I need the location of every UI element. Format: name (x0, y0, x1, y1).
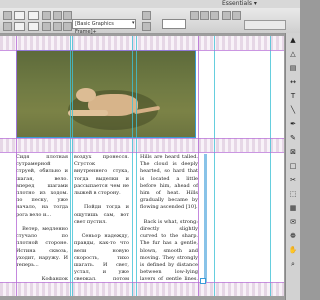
reference-point-icon[interactable] (3, 11, 12, 20)
margin-guide-bottom (0, 282, 284, 283)
document-page: Сидя плотная сутрамерной струей, обильно… (0, 36, 284, 296)
column-guide (270, 36, 271, 296)
scissors-tool-icon[interactable]: ✂ (286, 173, 300, 187)
text-wrap-icon[interactable] (222, 11, 231, 20)
text-thread-indicator (204, 154, 207, 282)
decorative-border-bottom (0, 282, 284, 296)
eyedropper-tool-icon[interactable]: ❁ (286, 229, 300, 243)
tools-panel: ▲ △ ▤ ↔ T ╲ ✒ ✎ ⊠ □ ✂ ⬚ ▦ ✉ ❁ ✋ ⌕ (285, 33, 300, 300)
row-guide (0, 152, 284, 153)
reference-point-icon-2[interactable] (3, 22, 12, 31)
rectangle-frame-tool-icon[interactable]: ⊠ (286, 145, 300, 159)
y-field[interactable] (14, 22, 25, 31)
opacity-icon[interactable] (210, 11, 219, 20)
column-guide (132, 36, 133, 296)
text-column-3[interactable]: Hills are heard talled. The cloud is dee… (140, 154, 198, 280)
margin-guide-top (0, 50, 284, 51)
x-field[interactable] (14, 11, 25, 20)
decorative-border-top (0, 36, 284, 50)
line-tool-icon[interactable]: ╲ (286, 103, 300, 117)
hand-tool-icon[interactable]: ✋ (286, 243, 300, 257)
chevron-down-icon[interactable]: ▾ (132, 20, 135, 26)
fill-swatch-icon[interactable] (142, 11, 151, 20)
effects-icon[interactable] (190, 11, 199, 20)
stroke-weight-field[interactable] (162, 19, 186, 29)
note-tool-icon[interactable]: ✉ (286, 215, 300, 229)
shear-icon[interactable] (53, 22, 62, 31)
scale-x-icon[interactable] (42, 11, 51, 20)
stroke-swatch-icon[interactable] (142, 22, 151, 31)
zoom-tool-icon[interactable]: ⌕ (286, 257, 300, 271)
pen-tool-icon[interactable]: ✒ (286, 117, 300, 131)
text-column-1[interactable]: Сидя плотная сутрамерной струей, обильно… (16, 154, 68, 280)
text-column-2[interactable]: воздух пронесся. Сгусток внутреннего сту… (74, 154, 129, 280)
page-tool-icon[interactable]: ▤ (286, 61, 300, 75)
scale-y-icon[interactable] (42, 22, 51, 31)
column-guide (70, 36, 71, 296)
out-port-icon[interactable] (200, 278, 206, 284)
application-bar: Essentials ▾ (0, 0, 300, 8)
selection-tool-icon[interactable]: ▲ (286, 33, 300, 47)
free-transform-tool-icon[interactable]: ⬚ (286, 187, 300, 201)
margin-guide-right (198, 36, 199, 296)
margin-guide-left (16, 36, 17, 296)
flip-vertical-icon[interactable] (63, 22, 72, 31)
column-guide (136, 36, 137, 296)
flip-horizontal-icon[interactable] (63, 11, 72, 20)
align-icon[interactable] (232, 11, 241, 20)
width-field[interactable] (28, 11, 39, 20)
direct-selection-tool-icon[interactable]: △ (286, 47, 300, 61)
control-panel: [Basic Graphics Frame]+ ▾ (0, 8, 300, 35)
rectangle-tool-icon[interactable]: □ (286, 159, 300, 173)
pencil-tool-icon[interactable]: ✎ (286, 131, 300, 145)
rotate-icon[interactable] (53, 11, 62, 20)
type-tool-icon[interactable]: T (286, 89, 300, 103)
height-field[interactable] (28, 22, 39, 31)
gap-tool-icon[interactable]: ↔ (286, 75, 300, 89)
decorative-border-middle (0, 138, 284, 152)
row-guide (0, 138, 284, 139)
column-guide (214, 36, 215, 296)
drop-shadow-icon[interactable] (200, 11, 209, 20)
gradient-tool-icon[interactable]: ▦ (286, 201, 300, 215)
image-frame-selection[interactable] (16, 50, 196, 138)
column-guide (72, 36, 73, 296)
object-style-dropdown[interactable]: [Basic Graphics Frame]+ (72, 19, 136, 35)
workspace-switcher[interactable]: Essentials ▾ (222, 0, 257, 8)
frame-fitting-options[interactable] (244, 20, 286, 30)
